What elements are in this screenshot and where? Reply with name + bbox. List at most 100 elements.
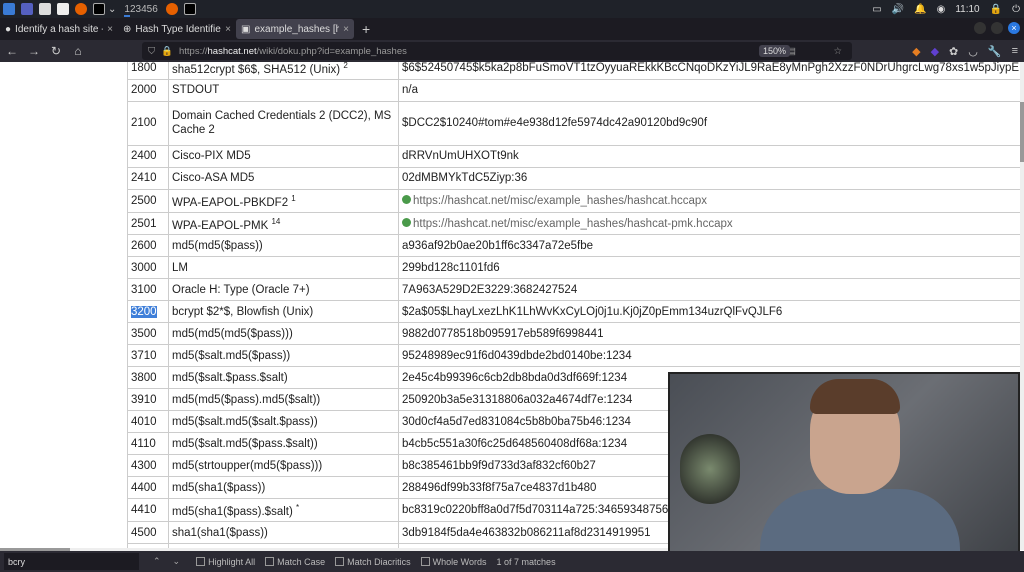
google-icon: ● (5, 23, 12, 35)
display-icon[interactable]: ▭ (872, 4, 881, 15)
app-menu-icon[interactable] (3, 3, 15, 15)
hash-name: md5(sha1($pass).$salt) * (168, 498, 399, 523)
pocket-icon[interactable]: ◡ (968, 45, 978, 58)
extension-purple-icon[interactable]: ◆ (931, 45, 939, 58)
example-hash[interactable]: https://hashcat.net/misc/example_hashes/… (398, 211, 1020, 236)
forward-button[interactable]: → (24, 44, 44, 58)
tab-example-hashes[interactable]: ▣example_hashes [hashcat× (236, 19, 354, 39)
table-row: 2000 STDOUT n/a (127, 78, 1020, 102)
extension-fox-icon[interactable]: ◆ (912, 45, 920, 58)
globe-icon: ⊕ (123, 23, 132, 35)
clock: 11:10 (955, 3, 980, 15)
microphone (680, 434, 740, 504)
hash-mode: 4500 (127, 521, 169, 545)
example-hash: 7A963A529D2E3229:3682427524 (398, 278, 1020, 302)
maximize-button[interactable] (991, 22, 1003, 34)
hash-mode: 4110 (127, 432, 169, 456)
hash-name: LM (168, 256, 399, 280)
hash-name: STDOUT (168, 78, 399, 102)
hash-mode: 4400 (127, 476, 169, 500)
example-hash: a936af92b0ae20b1ff6c3347a72e5fbe (398, 234, 1020, 258)
hash-name: md5(strtoupper(md5($pass))) (168, 454, 399, 478)
text-editor-icon[interactable] (57, 3, 69, 15)
table-row: 3710 md5($salt.md5($pass)) 95248989ec91f6d… (127, 344, 1020, 368)
shield-icon[interactable]: ⛉ (148, 46, 155, 57)
navigation-bar: ← → ↻ ⌂ ⛉ 🔒 https://hashcat.net/wiki/dok… (0, 40, 1024, 62)
table-row: 2501 WPA-EAPOL-PMK 14 https://hashcat.net/… (127, 211, 1020, 236)
example-hash: 95248989ec91f6d0439dbde2bd0140be:1234 (398, 344, 1020, 368)
person-hair (810, 379, 900, 414)
tab-hash-type-identifier[interactable]: ⊕Hash Type Identifier - Ide× (118, 19, 236, 39)
find-bar: ⌃ ⌄ Highlight All Match Case Match Diacr… (0, 551, 1024, 572)
terminal-icon[interactable] (93, 3, 105, 15)
hashcat-icon: ▣ (241, 23, 251, 35)
match-count: 1 of 7 matches (496, 556, 556, 567)
example-hash-link[interactable]: https://hashcat.net/misc/example_hashes/… (402, 195, 707, 207)
wrench-icon[interactable]: 🔧 (988, 45, 1002, 58)
find-next-button[interactable]: ⌄ (173, 556, 181, 567)
example-hash[interactable]: https://hashcat.net/misc/example_hashes/… (398, 188, 1020, 213)
example-hash-link[interactable]: https://hashcat.net/misc/example_hashes/… (402, 218, 733, 230)
logout-icon[interactable]: ⏻ (1012, 4, 1020, 15)
close-icon[interactable]: × (225, 24, 231, 35)
new-tab-button[interactable]: + (362, 21, 370, 37)
hash-mode: 2410 (127, 166, 169, 190)
table-row: 2600 md5(md5($pass)) a936af92b0ae20b1ff6c3… (127, 234, 1020, 258)
hash-mode: 2501 (127, 211, 169, 236)
hash-name: md5($salt.$pass.$salt) (168, 366, 399, 390)
home-button[interactable]: ⌂ (68, 44, 88, 58)
hash-name: bcrypt $2*$, Blowfish (Unix) (168, 300, 399, 324)
vertical-scrollbar[interactable] (1020, 62, 1024, 550)
menu-icon[interactable]: ≡ (1012, 45, 1018, 58)
firefox-window-icon[interactable] (165, 3, 178, 15)
bell-icon[interactable]: 🔔 (914, 4, 926, 15)
hash-mode: 3500 (127, 322, 169, 346)
url-bar[interactable]: ⛉ 🔒 https://hashcat.net/wiki/doku.php?id… (142, 42, 852, 60)
table-row: 2410 Cisco-ASA MD5 02dMBMYkTdC5Ziyp:36 (127, 166, 1020, 190)
terminal-window-icon[interactable] (183, 3, 196, 15)
table-row: 2400 Cisco-PIX MD5 dRRVnUmUHXOTt9nk (127, 144, 1020, 168)
hash-name: WPA-EAPOL-PBKDF2 1 (168, 188, 399, 213)
minimize-button[interactable] (974, 22, 986, 34)
hash-mode: 2100 (127, 100, 169, 146)
hash-mode: 3910 (127, 388, 169, 412)
whole-words-checkbox[interactable]: Whole Words (420, 557, 487, 567)
desktop-icon[interactable] (21, 3, 33, 15)
firefox-icon[interactable] (75, 3, 87, 15)
highlight-all-checkbox[interactable]: Highlight All (196, 557, 255, 567)
reload-button[interactable]: ↻ (46, 44, 66, 58)
record-icon[interactable]: ◉ (937, 4, 946, 15)
table-row: 1800 sha512crypt $6$, SHA512 (Unix) 2 $6$5… (127, 62, 1020, 80)
chevron-down-icon[interactable]: ⌄ (108, 4, 116, 15)
find-input[interactable] (4, 553, 139, 570)
hash-name: md5($salt.md5($pass)) (168, 344, 399, 368)
zoom-level-button[interactable]: 150% (758, 45, 790, 57)
match-diacritics-checkbox[interactable]: Match Diacritics (335, 557, 411, 567)
extension-icon[interactable]: ✿ (949, 45, 958, 58)
example-hash: $6$52450745$k5ka2p8bFuSmoVT1tzOyyuaREkkK… (398, 62, 1020, 80)
hash-name: Cisco-PIX MD5 (168, 144, 399, 168)
example-hash: dRRVnUmUHXOTt9nk (398, 144, 1020, 168)
close-icon[interactable]: × (107, 24, 113, 35)
example-hash: 299bd128c1101fd6 (398, 256, 1020, 280)
tab-google[interactable]: ●Identify a hash site - Goog× (0, 19, 118, 39)
workspace-6[interactable]: 6 (152, 4, 158, 15)
hash-mode: 2000 (127, 78, 169, 102)
find-previous-button[interactable]: ⌃ (153, 556, 161, 567)
table-row: 3100 Oracle H: Type (Oracle 7+) 7A963A529D… (127, 278, 1020, 302)
lock-icon[interactable]: 🔒 (161, 46, 173, 57)
hash-mode: 2400 (127, 144, 169, 168)
example-hash: $DCC2$10240#tom#e4e938d12fe5974dc42a9012… (398, 100, 1020, 146)
bookmark-star-icon[interactable]: ☆ (833, 46, 842, 57)
volume-icon[interactable]: 🔊 (892, 4, 904, 15)
hash-mode: 4410 (127, 498, 169, 523)
example-hash: 9882d0778518b095917eb589f6998441 (398, 322, 1020, 346)
close-window-button[interactable]: × (1008, 22, 1020, 34)
lock-icon[interactable]: 🔒 (990, 4, 1002, 15)
table-row: 3200 bcrypt $2*$, Blowfish (Unix) $2a$05$L… (127, 300, 1020, 324)
close-icon[interactable]: × (343, 24, 349, 35)
files-icon[interactable] (39, 3, 51, 15)
match-case-checkbox[interactable]: Match Case (265, 557, 325, 567)
back-button[interactable]: ← (2, 44, 22, 58)
webcam-overlay (668, 372, 1020, 570)
